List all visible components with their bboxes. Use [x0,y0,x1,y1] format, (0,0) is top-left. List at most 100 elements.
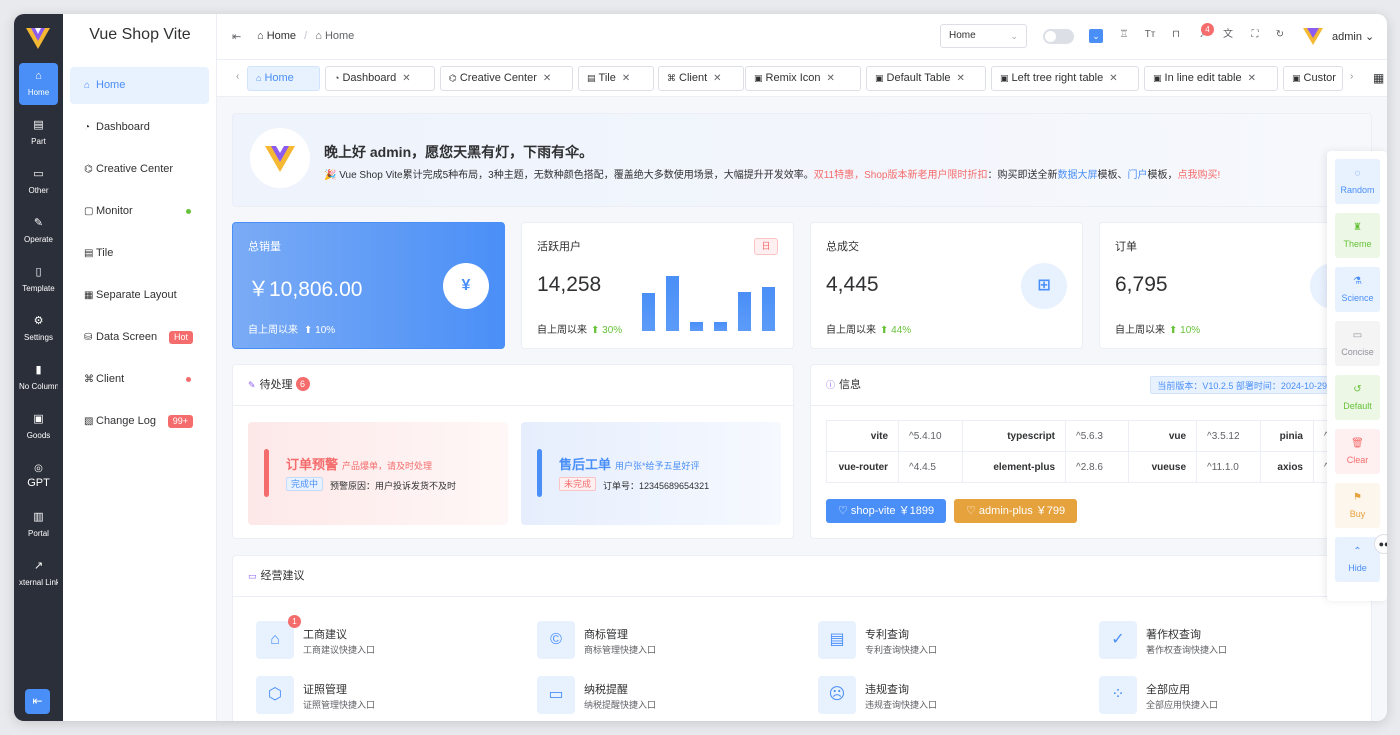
rail-item-label: Template [22,284,55,293]
menu-search-select[interactable]: Home ⌄ [940,24,1027,48]
rail-item-other[interactable]: ▭ Other [19,161,58,203]
tab-icon: ▣ [1153,73,1162,83]
quick-link-title: 商标管理 [584,629,628,641]
buy-now-link[interactable]: 点我购买! [1178,170,1221,181]
tab-dashboard[interactable]: ◔ Dashboard ✕ [325,66,435,91]
welcome-logo [250,128,310,188]
theme-icon: ♜ [1353,222,1362,233]
tool-theme-button[interactable]: ♜ Theme [1335,213,1380,258]
version-tag: 当前版本：V10.2.5 部署时间：2024-10-29 10:3 [1150,376,1354,394]
dark-mode-toggle[interactable] [1043,29,1074,44]
tabs-scroll-left-icon[interactable]: ‹ [236,71,239,82]
chatbot-icon[interactable]: ●● [1374,534,1387,554]
close-icon[interactable]: ✕ [1248,73,1256,84]
rail-item-operate[interactable]: ✎ Operate [19,210,58,252]
concise-icon: ▭ [1352,330,1363,341]
fold-sidebar-icon[interactable]: ⇤ [232,30,241,43]
close-icon[interactable]: ✕ [622,73,630,84]
close-icon[interactable]: ✕ [1109,73,1117,84]
close-icon[interactable]: ✕ [957,73,965,84]
stat-card-total-sales: 总销量 ￥10,806.00 自上周以来 ⬆ 10% ¥ [232,222,505,349]
menu-item-monitor[interactable]: ▢ Monitor [70,193,209,230]
tabs-menu-icon[interactable]: ▦ [1373,71,1384,85]
quick-link-title: 工商建议 [303,629,347,641]
rail-item-gpt[interactable]: ◎ GPT [19,455,58,497]
tab-creative-center[interactable]: ⌬ Creative Center ✕ [440,66,573,91]
tab-tile[interactable]: ▤ Tile ✕ [578,66,654,91]
close-icon[interactable]: ✕ [543,73,551,84]
user-menu[interactable]: admin ⌄ [1332,30,1374,43]
menu-item-tile[interactable]: ▤ Tile [70,235,209,272]
quick-link-all-apps[interactable]: ⁘ 全部应用 全部应用快捷入口 [1099,676,1359,718]
refresh-icon[interactable]: ↻ [1272,27,1288,43]
tab-label: Default Table [886,72,951,84]
monitor-icon: ▢ [84,206,94,217]
tile-icon: ▤ [84,248,94,259]
tab-default-table[interactable]: ▣ Default Table ✕ [866,66,986,91]
chevron-down-icon: ⌄ [1010,31,1018,41]
welcome-description: 🎉 Vue Shop Vite累计完成5种布局，3种主题，无数种颜色搭配，覆盖绝… [324,170,1221,181]
portal-link[interactable]: 门户 [1128,170,1148,181]
todo-item-after-sales[interactable]: 售后工单 用户张*给予五星好评 未完成 订单号：12345689654321 [521,422,781,525]
tab-home[interactable]: ⌂ Home [247,66,320,91]
quick-link-copyright[interactable]: ✓ 著作权查询 著作权查询快捷入口 [1099,621,1359,663]
username: admin [1332,31,1362,43]
close-icon[interactable]: ✕ [713,73,721,84]
rail-item-settings[interactable]: ⚙ Settings [19,308,58,350]
quick-link-bank[interactable]: ⌂ 工商建议 工商建议快捷入口 1 [256,615,516,663]
tool-buy-button[interactable]: ⚑ Buy [1335,483,1380,528]
menu-item-change-log[interactable]: ▧ Change Log 99+ [70,403,209,440]
rail-item-template[interactable]: ▯ Template [19,259,58,301]
rail-item-goods[interactable]: ▣ Goods [19,406,58,448]
buy-admin-plus-button[interactable]: ♡ admin-plus ￥799 [954,499,1078,523]
translate-icon[interactable]: 文 [1220,27,1236,43]
close-icon[interactable]: ✕ [827,73,835,84]
tool-science-button[interactable]: ⚗ Science [1335,267,1380,312]
tool-label: Default [1343,401,1372,411]
font-size-icon[interactable]: Tт [1142,27,1158,43]
rail-item-part[interactable]: ▤ Part [19,112,58,154]
quick-link-license[interactable]: ⬡ 证照管理 证照管理快捷入口 [256,676,516,718]
menu-item-home[interactable]: ⌂ Home [70,67,209,104]
menu-item-dashboard[interactable]: ◔ Dashboard [70,109,209,146]
quick-link-tax[interactable]: ▭ 纳税提醒 纳税提醒快捷入口 [537,676,797,718]
quick-link-patent[interactable]: ▤ 专利查询 专利查询快捷入口 [818,621,1078,663]
tab-remix-icon[interactable]: ▣ Remix Icon ✕ [745,66,861,91]
tab-in-line-edit-table[interactable]: ▣ In line edit table ✕ [1144,66,1278,91]
tab-left-tree-right-table[interactable]: ▣ Left tree right table ✕ [991,66,1139,91]
trademark-icon: © [537,621,575,659]
rail-item-no-column[interactable]: ▮ No Column [19,357,58,399]
quick-link-violation[interactable]: ☹ 违规查询 违规查询快捷入口 [818,676,1078,718]
quick-link-subtitle: 证照管理快捷入口 [303,700,376,710]
buy-shop-vite-button[interactable]: ♡ shop-vite ￥1899 [826,499,947,523]
tab-client[interactable]: ⌘ Client ✕ [658,66,744,91]
close-icon[interactable]: ✕ [402,73,410,84]
avatar[interactable] [1302,25,1324,47]
rail-item-home[interactable]: ⌂ Home [19,63,58,105]
theme-color-icon[interactable]: ⌄ [1089,29,1103,43]
status-dot [186,377,191,382]
tool-concise-button[interactable]: ▭ Concise [1335,321,1380,366]
shirt-icon[interactable]: ♖ [1116,27,1132,43]
rail-item-xternal-link[interactable]: ↗ xternal Link [19,553,58,595]
rail-item-portal[interactable]: ▥ Portal [19,504,58,546]
menu-item-client[interactable]: ⌘ Client [70,361,209,398]
vue-shop-logo[interactable] [25,25,51,51]
todo-item-order-warning[interactable]: 订单预警 产品爆单，请及时处理 完成中 预警原因：用户投诉发货不及时 [248,422,508,525]
lock-icon[interactable]: ⊓ [1168,27,1184,43]
menu-item-creative-center[interactable]: ⌬ Creative Center [70,151,209,188]
fullscreen-icon[interactable]: ⛶ [1247,27,1263,43]
breadcrumb-home[interactable]: ⌂ Home [257,30,296,42]
period-tag[interactable]: 日 [754,238,778,255]
quick-link-trademark[interactable]: © 商标管理 商标管理快捷入口 [537,621,797,663]
tool-clear-button[interactable]: 🗑 Clear [1335,429,1380,474]
tool-random-button[interactable]: ◌ Random [1335,159,1380,204]
menu-item-separate-layout[interactable]: ▦ Separate Layout [70,277,209,314]
dependency-version: ^4.4.5 [898,451,964,483]
tab-custor[interactable]: ▣ Custor [1283,66,1343,91]
tool-default-button[interactable]: ↺ Default [1335,375,1380,420]
menu-item-data-screen[interactable]: ⛁ Data Screen Hot [70,319,209,356]
data-screen-link[interactable]: 数据大屏 [1058,170,1098,181]
tabs-scroll-right-icon[interactable]: › [1350,71,1353,82]
collapse-rail-button[interactable]: ⇤ [25,689,50,714]
